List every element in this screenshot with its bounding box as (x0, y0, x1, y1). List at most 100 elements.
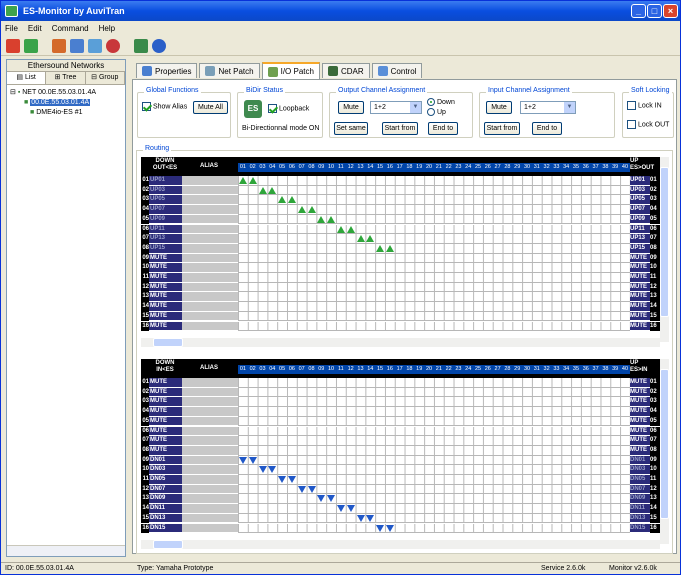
row-alias[interactable] (182, 292, 238, 303)
row-dest-name[interactable]: DN11 (630, 504, 650, 514)
row-dest-name[interactable]: MUTE (630, 263, 650, 273)
route-up-icon[interactable] (268, 186, 277, 194)
row-dest-name[interactable]: DN15 (630, 523, 650, 534)
row-dest-name[interactable]: MUTE (630, 292, 650, 303)
row-source-name[interactable]: MUTE (149, 282, 182, 293)
row-routing-cells[interactable] (238, 185, 630, 196)
lock-out-checkbox[interactable]: Lock OUT (627, 120, 669, 129)
input-vscrollbar[interactable] (660, 359, 669, 544)
row-routing-cells[interactable] (238, 176, 630, 186)
route-up-icon[interactable] (327, 215, 336, 223)
route-up-icon[interactable] (366, 235, 375, 243)
row-routing-cells[interactable] (238, 253, 630, 264)
route-down-icon[interactable] (278, 476, 287, 483)
input-hscrollbar[interactable] (141, 540, 660, 549)
row-dest-name[interactable]: MUTE (630, 426, 650, 437)
row-alias[interactable] (182, 416, 238, 427)
row-routing-cells[interactable] (238, 302, 630, 312)
row-routing-cells[interactable] (238, 455, 630, 466)
row-source-name[interactable]: UP03 (149, 185, 182, 196)
row-source-name[interactable]: MUTE (149, 387, 182, 398)
direction-up-radio[interactable]: Up (427, 108, 446, 116)
row-dest-name[interactable]: UP15 (630, 243, 650, 254)
row-alias[interactable] (182, 185, 238, 196)
row-source-name[interactable]: DN07 (149, 484, 182, 495)
tree-hscrollbar[interactable] (7, 545, 125, 556)
row-routing-cells[interactable] (238, 387, 630, 398)
row-alias[interactable] (182, 436, 238, 446)
row-dest-name[interactable]: MUTE (630, 302, 650, 312)
row-dest-name[interactable]: DN13 (630, 513, 650, 524)
row-routing-cells[interactable] (238, 321, 630, 332)
route-down-icon[interactable] (386, 524, 394, 532)
row-routing-cells[interactable] (238, 224, 630, 235)
tab-tree[interactable]: ⊞ Tree (46, 72, 86, 84)
row-alias[interactable] (182, 378, 238, 388)
row-alias[interactable] (182, 214, 238, 225)
row-source-name[interactable]: UP15 (149, 243, 182, 254)
row-routing-cells[interactable] (238, 378, 630, 388)
scan-icon[interactable] (88, 38, 102, 53)
row-alias[interactable] (182, 475, 238, 485)
route-up-icon[interactable] (386, 244, 394, 252)
row-alias[interactable] (182, 253, 238, 264)
route-up-icon[interactable] (239, 177, 247, 184)
row-dest-name[interactable]: DN09 (630, 494, 650, 505)
row-alias[interactable] (182, 243, 238, 254)
row-alias[interactable] (182, 513, 238, 524)
row-routing-cells[interactable] (238, 195, 630, 206)
row-alias[interactable] (182, 455, 238, 466)
route-up-icon[interactable] (346, 225, 355, 233)
set-same-button[interactable]: Set same (334, 122, 368, 135)
row-source-name[interactable]: UP05 (149, 195, 182, 206)
mute-all-button[interactable]: Mute All (193, 101, 228, 114)
row-routing-cells[interactable] (238, 282, 630, 293)
menu-help[interactable]: Help (99, 24, 115, 33)
route-down-icon[interactable] (317, 495, 326, 503)
row-dest-name[interactable]: UP05 (630, 195, 650, 206)
row-source-name[interactable]: MUTE (149, 292, 182, 303)
row-source-name[interactable]: MUTE (149, 436, 182, 446)
row-source-name[interactable]: MUTE (149, 407, 182, 417)
row-alias[interactable] (182, 311, 238, 322)
route-down-icon[interactable] (268, 466, 277, 474)
row-source-name[interactable]: DN03 (149, 465, 182, 475)
row-routing-cells[interactable] (238, 205, 630, 215)
title-bar[interactable]: ES-Monitor by AuviTran _ □ × (1, 1, 680, 21)
row-source-name[interactable]: MUTE (149, 311, 182, 322)
input-start-from-button[interactable]: Start from (484, 122, 520, 135)
row-alias[interactable] (182, 176, 238, 186)
row-dest-name[interactable]: UP03 (630, 185, 650, 196)
row-alias[interactable] (182, 224, 238, 235)
row-dest-name[interactable]: DN05 (630, 475, 650, 485)
row-dest-name[interactable]: UP09 (630, 214, 650, 225)
row-dest-name[interactable]: UP11 (630, 224, 650, 235)
route-up-icon[interactable] (258, 186, 267, 194)
row-dest-name[interactable]: DN03 (630, 465, 650, 475)
row-routing-cells[interactable] (238, 263, 630, 273)
row-routing-cells[interactable] (238, 234, 630, 244)
show-alias-checkbox[interactable]: Show Alias (142, 102, 187, 111)
route-up-icon[interactable] (307, 206, 316, 214)
row-source-name[interactable]: DN05 (149, 475, 182, 485)
row-routing-cells[interactable] (238, 494, 630, 505)
route-up-icon[interactable] (317, 215, 326, 223)
output-end-to-button[interactable]: End to (428, 122, 458, 135)
row-routing-cells[interactable] (238, 484, 630, 495)
route-down-icon[interactable] (288, 476, 296, 483)
row-source-name[interactable]: MUTE (149, 253, 182, 264)
row-source-name[interactable]: MUTE (149, 445, 182, 456)
row-alias[interactable] (182, 504, 238, 514)
row-dest-name[interactable]: MUTE (630, 311, 650, 322)
close-button[interactable]: × (663, 4, 678, 18)
row-alias[interactable] (182, 523, 238, 534)
row-dest-name[interactable]: MUTE (630, 387, 650, 398)
tree-node-device-name[interactable]: ■ DME4io-ES #1 (10, 108, 122, 118)
route-up-icon[interactable] (337, 225, 345, 233)
route-down-icon[interactable] (366, 514, 375, 522)
tab-io-patch[interactable]: I/O Patch (261, 62, 320, 79)
row-alias[interactable] (182, 282, 238, 293)
row-alias[interactable] (182, 273, 238, 283)
tab-control[interactable]: Control (371, 63, 423, 78)
output-start-from-button[interactable]: Start from (382, 122, 418, 135)
